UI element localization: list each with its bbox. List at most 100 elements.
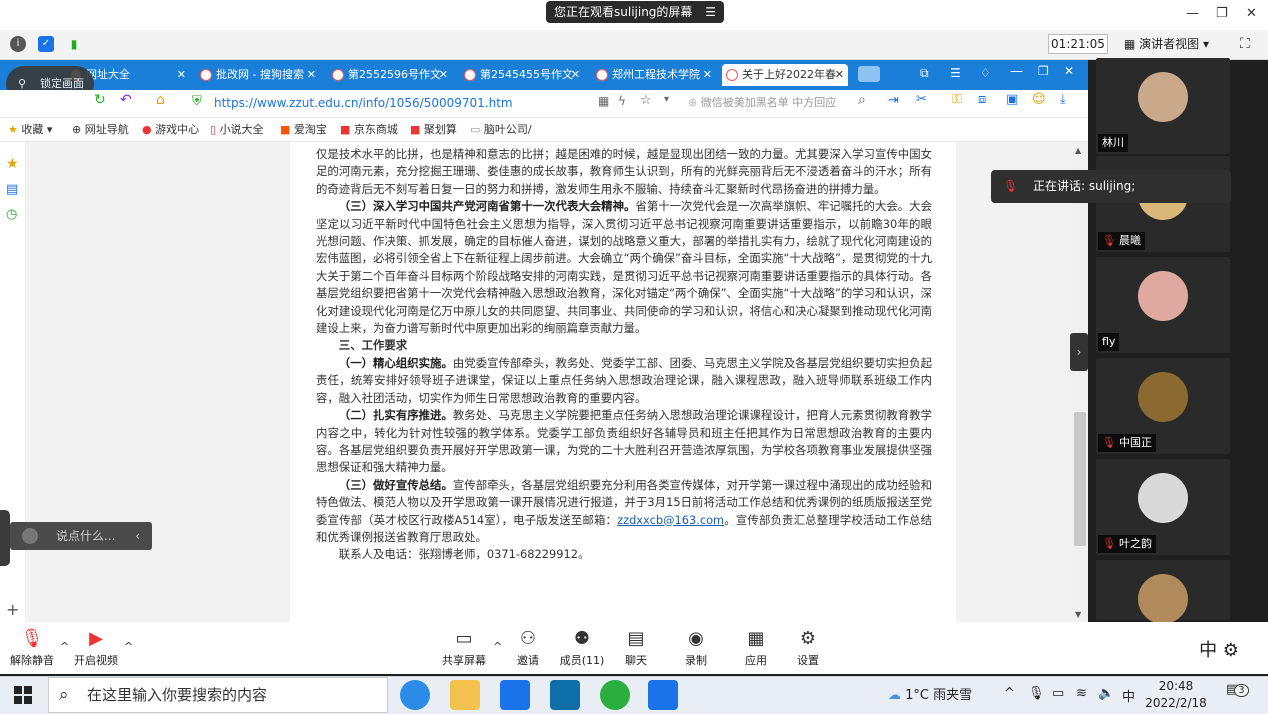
bookmark-nav[interactable]: ⊕ 网址导航 xyxy=(72,122,129,138)
ime-indicator[interactable]: 中 xyxy=(1122,686,1135,705)
screenshot-icon[interactable]: ▣ xyxy=(1006,92,1018,107)
search-icon[interactable]: ⌕ xyxy=(858,92,866,108)
emoji-icon[interactable] xyxy=(22,528,38,544)
close-tab-icon[interactable]: ✕ xyxy=(703,64,712,86)
app-icon[interactable] xyxy=(550,680,580,710)
chat-input[interactable]: 说点什么... ‹ xyxy=(10,522,152,550)
undo-icon[interactable]: ↶ xyxy=(120,92,132,108)
apps-button[interactable]: ▦ 应用 xyxy=(726,628,786,668)
edge-icon[interactable] xyxy=(400,680,430,710)
start-video-button[interactable]: ▶ 开启视频 xyxy=(66,628,126,668)
bookmark-juhuasuan[interactable]: ■ 聚划算 xyxy=(410,122,457,138)
chat-button[interactable]: ▤ 聊天 xyxy=(606,628,666,668)
wifi-icon[interactable]: ≋ xyxy=(1076,686,1087,701)
bookmark-jd[interactable]: ■ 京东商城 xyxy=(340,122,398,138)
view-mode-dropdown[interactable]: ▦ 演讲者视图 ▾ xyxy=(1124,34,1230,54)
browser-menu-icon[interactable]: ☰ xyxy=(950,66,961,80)
login-icon[interactable]: ⇥ xyxy=(888,93,899,108)
signal-icon[interactable]: ▮ xyxy=(66,36,82,52)
taskbar-search-input[interactable]: ⌕ 在这里输入你要搜索的内容 xyxy=(48,677,388,713)
shield-icon[interactable]: ✓ xyxy=(38,36,54,52)
unmute-button[interactable]: 🎙 解除静音 xyxy=(2,628,62,668)
scroll-down-icon[interactable]: ▼ xyxy=(1075,610,1081,619)
url-field[interactable]: https://www.zzut.edu.cn/info/1056/500097… xyxy=(214,94,513,112)
tab-1[interactable]: 批改网 - 搜狗搜索 ✕ xyxy=(196,64,320,86)
gear-icon[interactable]: ⚙ xyxy=(1223,640,1239,661)
file-explorer-icon[interactable] xyxy=(450,680,480,710)
scissors-icon[interactable]: ✂ xyxy=(916,92,927,107)
chevron-up-icon[interactable]: ^ xyxy=(1004,686,1015,701)
weather-widget[interactable]: ☁ 1°C 雨夹雪 xyxy=(888,684,972,703)
share-screen-button[interactable]: ▭ 共享屏幕 xyxy=(434,628,494,668)
members-button[interactable]: ⚉ 成员(11) xyxy=(552,628,612,668)
download-icon[interactable]: ⤓ xyxy=(1060,92,1066,107)
page-scrollbar[interactable] xyxy=(1072,142,1088,622)
plus-icon[interactable]: + xyxy=(6,600,19,619)
volume-icon[interactable]: 🔈 xyxy=(1098,686,1114,701)
email-link[interactable]: zzdxxcb@163.com xyxy=(617,513,724,527)
notification-center[interactable]: ▤3 xyxy=(1226,682,1252,706)
tab-list-icon[interactable]: ⧉ xyxy=(920,66,929,81)
invite-button[interactable]: ⚇ 邀请 xyxy=(498,628,558,668)
fullscreen-icon[interactable]: ⛶ xyxy=(1240,36,1250,52)
tab-2[interactable]: 第2552596号作文 ✕ xyxy=(328,64,452,86)
home-icon[interactable]: ⌂ xyxy=(156,92,165,108)
close-icon[interactable]: ✕ xyxy=(1246,6,1257,21)
mic-icon[interactable]: 🎙 xyxy=(1028,686,1045,701)
close-tab-icon[interactable]: ✕ xyxy=(177,64,186,86)
scroll-up-icon[interactable]: ▲ xyxy=(1075,146,1081,155)
browser-close-icon[interactable]: ✕ xyxy=(1064,64,1074,78)
browser-maximize-icon[interactable]: ❐ xyxy=(1038,64,1049,78)
participant-tile[interactable]: 🎙 中国正 xyxy=(1096,358,1230,454)
chevron-down-icon[interactable]: ▾ xyxy=(664,94,669,105)
tab-4[interactable]: 郑州工程技术学院 ✕ xyxy=(592,64,716,86)
info-icon[interactable]: i xyxy=(10,36,26,52)
tencent-meeting-icon[interactable] xyxy=(648,680,678,710)
battery-icon[interactable]: ▭ xyxy=(1052,686,1064,701)
menu-icon[interactable]: ☰ xyxy=(705,1,716,23)
lightning-icon[interactable]: ϟ xyxy=(618,94,626,108)
bookmark-naoye[interactable]: ▭ 脑叶公司/ xyxy=(470,122,532,138)
emoji-icon[interactable]: ☺ xyxy=(1032,92,1046,107)
skin-icon[interactable]: ♢ xyxy=(980,66,991,80)
maximize-icon[interactable]: ❐ xyxy=(1216,6,1228,21)
browser-minimize-icon[interactable]: — xyxy=(1010,64,1023,79)
mail-icon[interactable] xyxy=(500,680,530,710)
close-tab-icon[interactable]: ✕ xyxy=(307,64,316,86)
participant-tile[interactable] xyxy=(1096,560,1230,624)
settings-button[interactable]: ⚙ 设置 xyxy=(778,628,838,668)
taskbar-clock[interactable]: 20:48 2022/2/18 xyxy=(1136,678,1216,712)
bookmark-novels[interactable]: ▯ 小说大全 xyxy=(210,122,264,138)
star-icon[interactable]: ☆ xyxy=(640,93,652,108)
windows-start-icon[interactable] xyxy=(14,686,32,704)
close-tab-icon[interactable]: ✕ xyxy=(439,64,448,86)
bookmark-games[interactable]: ● 游戏中心 xyxy=(142,122,199,138)
tab-3[interactable]: 第2545455号作文 ✕ xyxy=(460,64,584,86)
participant-tile[interactable]: 林川 xyxy=(1096,58,1230,154)
browser-search-input[interactable]: ⊕ 微信被美加黑名单 中方回应 xyxy=(688,93,874,113)
chevron-up-icon[interactable]: ^ xyxy=(124,640,133,653)
refresh-icon[interactable]: ↻ xyxy=(94,92,106,108)
translate-icon[interactable]: ⧈ xyxy=(978,92,986,107)
wechat-icon[interactable] xyxy=(600,680,630,710)
scrollbar-thumb[interactable] xyxy=(1074,412,1086,546)
note-icon[interactable]: ▤ xyxy=(6,182,18,197)
participant-tile[interactable]: fly xyxy=(1096,257,1230,353)
history-icon[interactable]: ◷ xyxy=(6,207,17,222)
bookmark-favorites[interactable]: ★ 收藏 ▾ xyxy=(8,122,52,138)
collapse-panel-button[interactable]: › xyxy=(1070,333,1088,371)
bookmark-taobao[interactable]: ■ 爱淘宝 xyxy=(280,122,327,138)
side-handle[interactable] xyxy=(0,510,10,566)
minimize-icon[interactable]: — xyxy=(1186,6,1199,21)
star-icon[interactable]: ★ xyxy=(6,156,19,172)
new-tab-icon[interactable] xyxy=(858,66,880,82)
record-button[interactable]: ◉ 录制 xyxy=(666,628,726,668)
ime-indicator[interactable]: 中 ⚙ xyxy=(1182,632,1256,670)
close-tab-icon[interactable]: ✕ xyxy=(835,64,844,86)
participant-tile[interactable]: 🎙 叶之韵 xyxy=(1096,459,1230,555)
close-tab-icon[interactable]: ✕ xyxy=(571,64,580,86)
grid-icon[interactable]: ▦ xyxy=(598,94,609,108)
tab-5-active[interactable]: 关于上好2022年春 ✕ xyxy=(722,64,848,86)
chevron-left-icon[interactable]: ‹ xyxy=(135,522,140,550)
key-icon[interactable]: ⚿ xyxy=(952,92,962,107)
